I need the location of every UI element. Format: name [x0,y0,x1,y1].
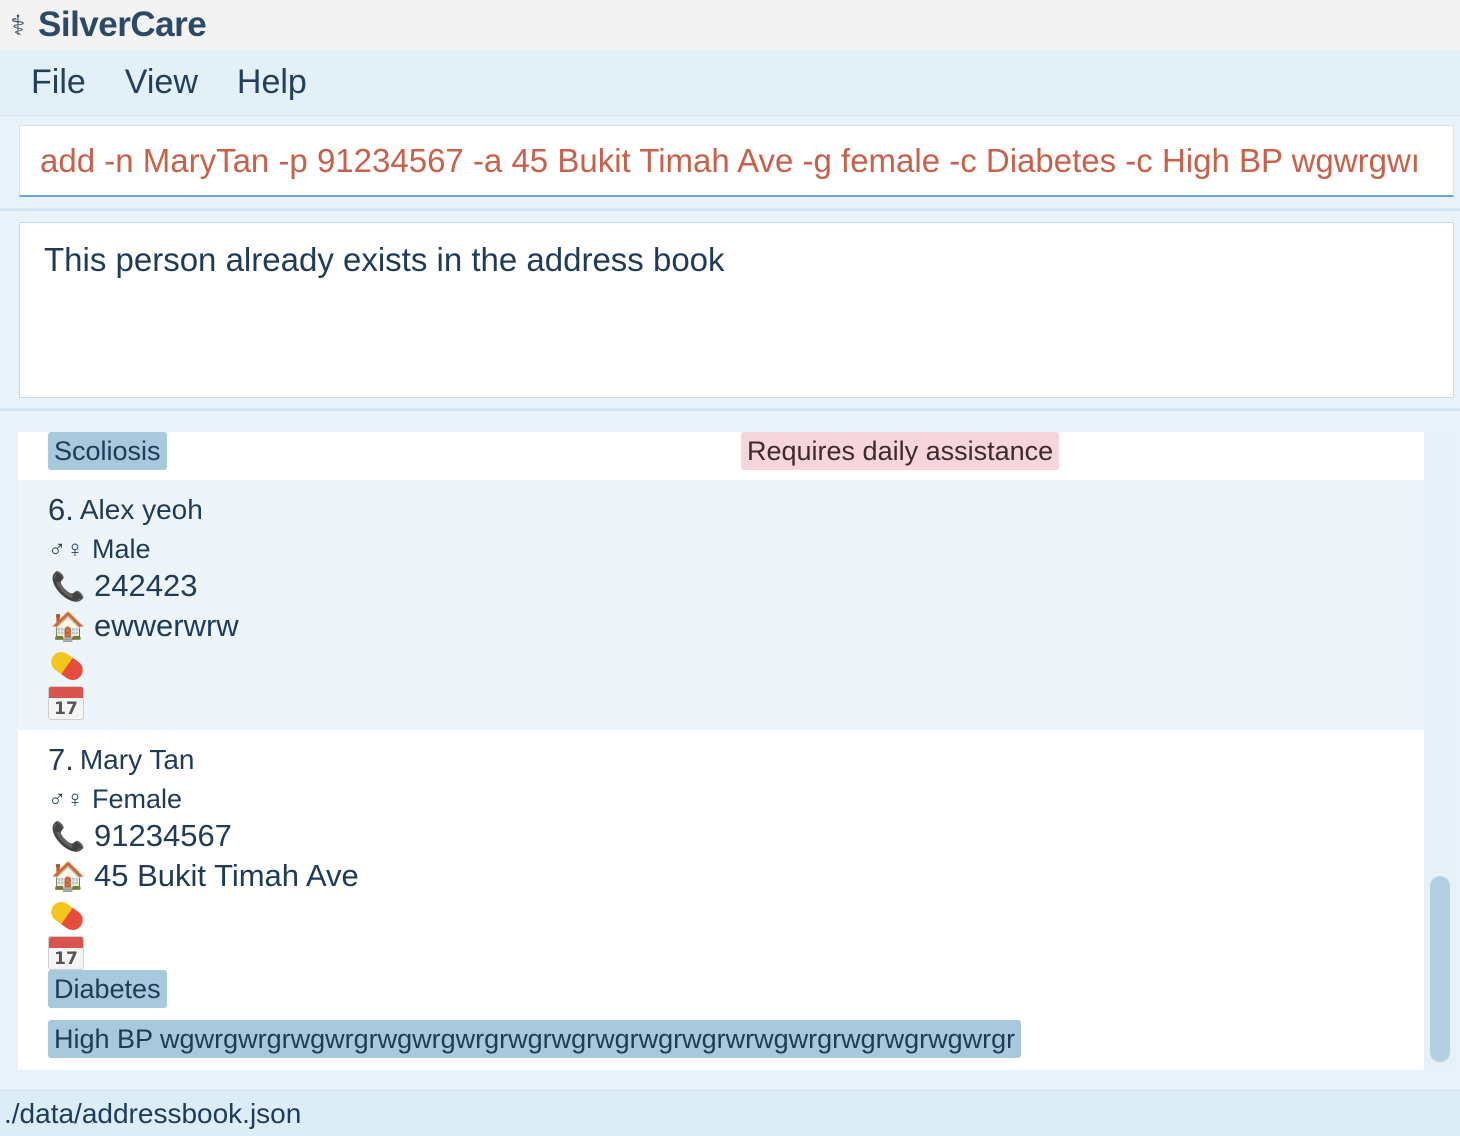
address-row: 🏠 45 Bukit Timah Ave [48,858,359,894]
person-gender: Female [92,784,183,814]
status-bar: ./data/addressbook.json [0,1090,1460,1136]
phone-icon: 📞 [50,820,86,852]
person-index: 7. [48,742,74,777]
person-phone: 242423 [94,568,198,603]
house-icon: 🏠 [50,860,86,892]
gender-row: ♂♀ Female [48,784,182,815]
condition-tag: Scoliosis [48,432,167,470]
appointment-row: 17 [48,686,84,720]
phone-row: 📞 91234567 [48,818,232,854]
title-bar: ⚕ SilverCare [0,0,1460,50]
phone-icon: 📞 [50,570,86,602]
person-address: ewwerwrw [94,608,239,643]
note-tag: Requires daily assistance [741,432,1060,470]
condition-tag: High BP wgwrgwrgrwgwrgrwgwrgwrgrwgrwgrwg… [48,1020,1022,1058]
person-address: 45 Bukit Timah Ave [94,858,359,893]
menu-file[interactable]: File [31,63,86,102]
person-list[interactable]: Scoliosis Requires daily assistance 6. A… [18,432,1424,1070]
person-card-partial[interactable]: Scoliosis Requires daily assistance [18,432,1424,480]
phone-row: 📞 242423 [48,568,198,604]
pill-icon [47,648,87,684]
app-title: SilverCare [38,5,207,44]
list-scrollbar[interactable] [1424,432,1456,1070]
medication-row [47,648,87,684]
person-name: Mary Tan [79,744,195,775]
gender-icon: ♂♀ [48,785,84,813]
person-phone: 91234567 [94,818,232,853]
medication-row [47,898,87,934]
save-file-path: ./data/addressbook.json [4,1097,302,1129]
result-message: This person already exists in the addres… [44,241,725,278]
caduceus-icon: ⚕ [10,9,26,41]
person-index: 6. [48,492,74,527]
address-row: 🏠 ewwerwrw [48,608,239,644]
menu-help[interactable]: Help [237,63,307,102]
command-input[interactable]: add -n MaryTan -p 91234567 -a 45 Bukit T… [19,125,1454,197]
result-display: This person already exists in the addres… [19,222,1454,398]
pill-icon [47,898,87,934]
person-card[interactable]: 6. Alex yeoh ♂♀ Male 📞 242423 🏠 ewwerwrw… [18,480,1424,730]
condition-tag: Diabetes [48,970,167,1008]
gender-icon: ♂♀ [48,535,84,563]
house-icon: 🏠 [50,610,86,642]
divider [0,408,1460,411]
person-gender: Male [92,534,151,564]
person-card[interactable]: 7. Mary Tan ♂♀ Female 📞 91234567 🏠 45 Bu… [18,730,1424,1070]
person-header: 7. Mary Tan [48,742,195,778]
calendar-icon: 17 [48,936,84,970]
person-name: Alex yeoh [79,494,203,525]
gender-row: ♂♀ Male [48,534,151,565]
command-area: add -n MaryTan -p 91234567 -a 45 Bukit T… [0,116,1460,210]
calendar-icon: 17 [48,686,84,720]
person-header: 6. Alex yeoh [48,492,203,528]
appointment-row: 17 [48,936,84,970]
menu-bar: File View Help [0,50,1460,116]
scrollbar-thumb[interactable] [1430,876,1450,1062]
divider [0,208,1460,211]
menu-view[interactable]: View [125,63,198,102]
